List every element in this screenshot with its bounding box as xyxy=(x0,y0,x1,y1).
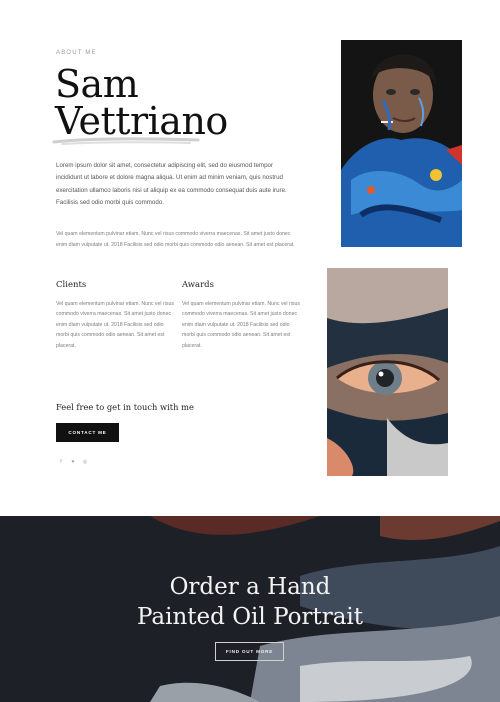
clients-text: Vel quam elementum pulvinar etiam. Nunc … xyxy=(56,301,174,349)
awards-text: Vel quam elementum pulvinar etiam. Nunc … xyxy=(182,301,300,349)
clients-heading: Clients xyxy=(56,280,87,290)
awards-heading: Awards xyxy=(182,280,214,290)
awards-column: Awards Vel quam elementum pulvinar etiam… xyxy=(182,280,300,351)
eye-photo xyxy=(327,268,448,476)
page-title: Sam Vettriano xyxy=(55,62,235,140)
contact-prompt: Feel free to get in touch with me xyxy=(56,402,194,412)
instagram-icon[interactable]: ◎ xyxy=(81,459,89,465)
cta-heading: Order a Hand Painted Oil Portrait xyxy=(0,572,500,632)
intro-paragraph: Lorem ipsum dolor sit amet, consectetur … xyxy=(56,162,287,206)
contact-me-button[interactable]: CONTACT ME xyxy=(56,423,119,442)
twitter-icon[interactable]: ♥ xyxy=(69,459,77,465)
secondary-paragraph: Vel quam elementum pulvinar etiam. Nunc … xyxy=(56,231,295,248)
section-eyebrow: ABOUT ME xyxy=(56,50,97,56)
cta-heading-line-1: Order a Hand xyxy=(169,574,331,600)
cta-heading-line-2: Painted Oil Portrait xyxy=(136,604,364,630)
portrait-photo xyxy=(341,40,462,247)
clients-column: Clients Vel quam elementum pulvinar etia… xyxy=(56,280,174,351)
facebook-icon[interactable]: f xyxy=(57,459,65,465)
brush-stroke-decoration xyxy=(52,137,200,145)
title-line-1: Sam xyxy=(55,62,139,106)
find-out-more-button[interactable]: FIND OUT MORE xyxy=(215,642,284,661)
